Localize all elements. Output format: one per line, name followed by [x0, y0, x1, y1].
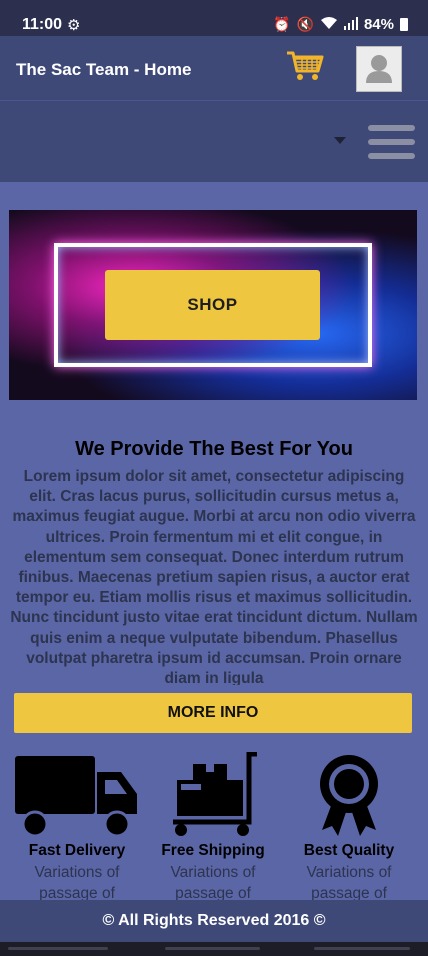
battery-icon — [400, 18, 408, 31]
user-avatar-icon[interactable] — [356, 46, 402, 92]
feature-description: Variations of passage of — [34, 864, 120, 902]
status-time: 11:00 — [22, 16, 63, 33]
battery-level: 84% — [363, 16, 394, 33]
feature-description: Variations of passage of — [170, 864, 256, 902]
feature-title: Fast Delivery — [28, 842, 126, 859]
signal-icon — [343, 16, 358, 33]
settings-gear-icon: ⚙ — [67, 17, 81, 34]
hand-truck-boxes-icon — [143, 748, 283, 838]
status-icons: ⏰ 🔇 84% — [273, 16, 408, 33]
app-header: The Sac Team - Home — [0, 36, 428, 100]
award-ribbon-icon — [279, 748, 419, 838]
gesture-segment — [314, 947, 410, 950]
nav-bar — [0, 100, 428, 182]
more-info-button[interactable]: MORE INFO — [14, 693, 412, 733]
dropdown-caret-icon[interactable] — [334, 137, 346, 144]
feature-fast-delivery: Fast Delivery Variations of passage of — [7, 748, 147, 904]
shop-button[interactable]: SHOP — [105, 270, 320, 340]
footer: © All Rights Reserved 2016 © — [0, 900, 428, 942]
section-title: We Provide The Best For You — [75, 438, 353, 460]
delivery-truck-icon — [7, 748, 147, 838]
feature-title: Best Quality — [303, 842, 395, 859]
hamburger-menu-icon[interactable] — [368, 125, 415, 167]
wifi-icon — [320, 16, 338, 33]
feature-description: Variations of passage of — [306, 864, 392, 902]
section-body: Lorem ipsum dolor sit amet, consectetur … — [10, 468, 418, 685]
status-bar: 11:00 ⚙ ⏰ 🔇 84% — [0, 0, 428, 36]
gesture-segment — [8, 947, 108, 950]
page-title: The Sac Team - Home — [16, 60, 192, 79]
gesture-segment — [165, 947, 260, 950]
hero-banner: SHOP — [9, 210, 417, 400]
feature-title: Free Shipping — [161, 842, 265, 859]
feature-free-shipping: Free Shipping Variations of passage of — [143, 748, 283, 904]
shopping-cart-icon[interactable] — [286, 50, 324, 87]
system-gesture-bar — [0, 942, 428, 956]
mute-icon: 🔇 — [296, 16, 314, 32]
alarm-icon: ⏰ — [273, 16, 291, 32]
feature-best-quality: Best Quality Variations of passage of — [279, 748, 419, 904]
